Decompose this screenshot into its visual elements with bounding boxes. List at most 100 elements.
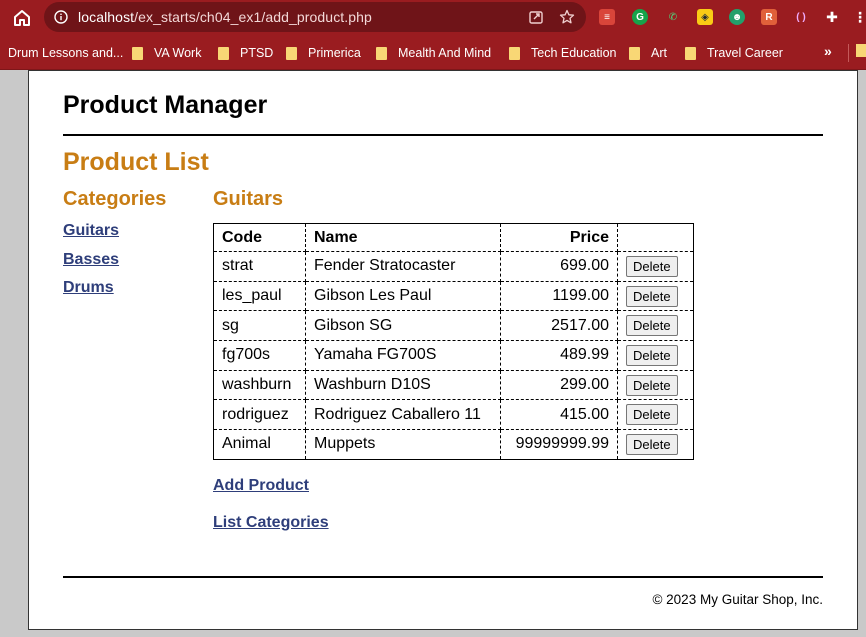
delete-button[interactable]: Delete [626,433,678,455]
product-name: Fender Stratocaster [305,251,501,282]
table-row: rodriguez Rodriguez Caballero 11 415.00 … [213,399,694,431]
table-row: les_paul Gibson Les Paul 1199.00 Delete [213,280,694,312]
delete-button[interactable]: Delete [626,404,678,426]
column-header-code: Code [213,223,306,252]
product-price: 299.00 [500,369,618,401]
browser-toolbar: localhost/ex_starts/ch04_ex1/add_product… [0,0,866,36]
phone-icon[interactable]: ✆ [665,9,681,25]
action-cell: Delete [617,280,694,312]
footer-copyright: © 2023 My Guitar Shop, Inc. [652,592,823,607]
column-header-name: Name [305,223,501,252]
bookmark-label: Primerica [308,46,361,60]
categories-heading: Categories [63,188,167,210]
readwise-icon[interactable]: R [761,9,777,25]
product-name: Washburn D10S [305,369,501,401]
bookmark-folder[interactable]: PTSD [218,44,273,62]
address-bar[interactable]: localhost/ex_starts/ch04_ex1/add_product… [44,2,586,32]
table-row: sg Gibson SG 2517.00 Delete [213,310,694,342]
todoist-icon[interactable]: ≡ [599,9,615,25]
product-code: strat [213,251,306,282]
product-price: 415.00 [500,399,618,431]
action-cell: Delete [617,251,694,282]
bookmark-folder[interactable]: VA Work [132,44,201,62]
bookmark-label: VA Work [154,46,202,60]
folder-icon [286,46,297,60]
info-icon[interactable] [54,10,68,24]
star-icon[interactable] [559,9,575,25]
url-text[interactable]: localhost/ex_starts/ch04_ex1/add_product… [78,9,372,25]
table-row: Animal Muppets 99999999.99 Delete [213,429,694,460]
delete-button[interactable]: Delete [626,285,678,307]
footer-rule [63,576,823,578]
bookmark-folder[interactable]: Mealth And Mind [376,44,491,62]
bookmark-folder[interactable]: Tech Education [509,44,616,62]
site-title: Product Manager [63,91,268,119]
action-cell: Delete [617,310,694,342]
product-code: les_paul [213,280,306,312]
list-categories-link[interactable]: List Categories [213,514,329,532]
product-code: fg700s [213,340,306,371]
folder-icon [218,46,229,60]
action-cell: Delete [617,399,694,431]
delete-button[interactable]: Delete [626,344,678,366]
category-link-drums[interactable]: Drums [63,279,114,297]
share-icon[interactable] [528,9,544,25]
table-row: washburn Washburn D10S 299.00 Delete [213,369,694,401]
column-header-price: Price [500,223,618,252]
column-header-action [617,223,694,252]
delete-button[interactable]: Delete [626,374,678,396]
category-link-basses[interactable]: Basses [63,251,119,269]
table-row: strat Fender Stratocaster 699.00 Delete [213,251,694,282]
product-code: washburn [213,369,306,401]
menu-icon[interactable]: ⋮ [852,9,866,25]
page-container: Product Manager Product List Categories … [28,70,858,630]
product-price: 489.99 [500,340,618,371]
bookmarks-overflow-button[interactable]: » [824,43,832,59]
bookmark-folder[interactable]: Travel Career [685,44,783,62]
url-path: /ex_starts/ch04_ex1/add_product.php [134,9,372,25]
grammarly-icon[interactable]: G [632,9,648,25]
bookmark-label: PTSD [240,46,274,60]
action-cell: Delete [617,369,694,401]
product-price: 2517.00 [500,310,618,342]
bracket-icon[interactable]: ( ) [793,9,809,25]
product-name: Rodriguez Caballero 11 [305,399,501,431]
category-link-guitars[interactable]: Guitars [63,222,119,240]
bookmark-label: Art [651,46,667,60]
home-icon[interactable] [9,6,35,30]
folder-icon [376,46,387,60]
table-row: fg700s Yamaha FG700S 489.99 Delete [213,340,694,371]
page-inner: Product Manager Product List Categories … [63,71,823,629]
product-code: sg [213,310,306,342]
product-price: 1199.00 [500,280,618,312]
bookmarks-bar: Drum Lessons and... VA Work PTSD Primeri… [0,36,866,70]
action-cell: Delete [617,429,694,460]
puzzle-icon[interactable]: ✚ [824,9,840,25]
bookmarks-divider [848,44,849,62]
bookmark-item[interactable]: Drum Lessons and... [8,44,123,62]
robot-icon[interactable]: ☻ [729,9,745,25]
url-host: localhost [78,9,135,25]
folder-icon[interactable] [856,44,866,57]
page-title: Product List [63,148,209,176]
product-price: 699.00 [500,251,618,282]
product-code: Animal [213,429,306,460]
hex-icon[interactable]: ◈ [697,9,713,25]
current-category-title: Guitars [213,188,284,210]
delete-button[interactable]: Delete [626,315,678,337]
add-product-link[interactable]: Add Product [213,477,309,495]
bookmark-label: Drum Lessons and... [8,46,124,60]
product-name: Gibson Les Paul [305,280,501,312]
folder-icon [685,46,696,60]
bookmark-label: Mealth And Mind [398,46,492,60]
product-name: Gibson SG [305,310,501,342]
folder-icon [509,46,520,60]
bookmark-label: Tech Education [531,46,617,60]
bookmark-folder[interactable]: Art [629,44,667,62]
bookmark-folder[interactable]: Primerica [286,44,361,62]
products-table: Code Name Price strat Fender Stratocaste… [213,223,694,460]
delete-button[interactable]: Delete [626,255,678,277]
product-name: Yamaha FG700S [305,340,501,371]
header-rule [63,134,823,136]
product-name: Muppets [305,429,501,460]
